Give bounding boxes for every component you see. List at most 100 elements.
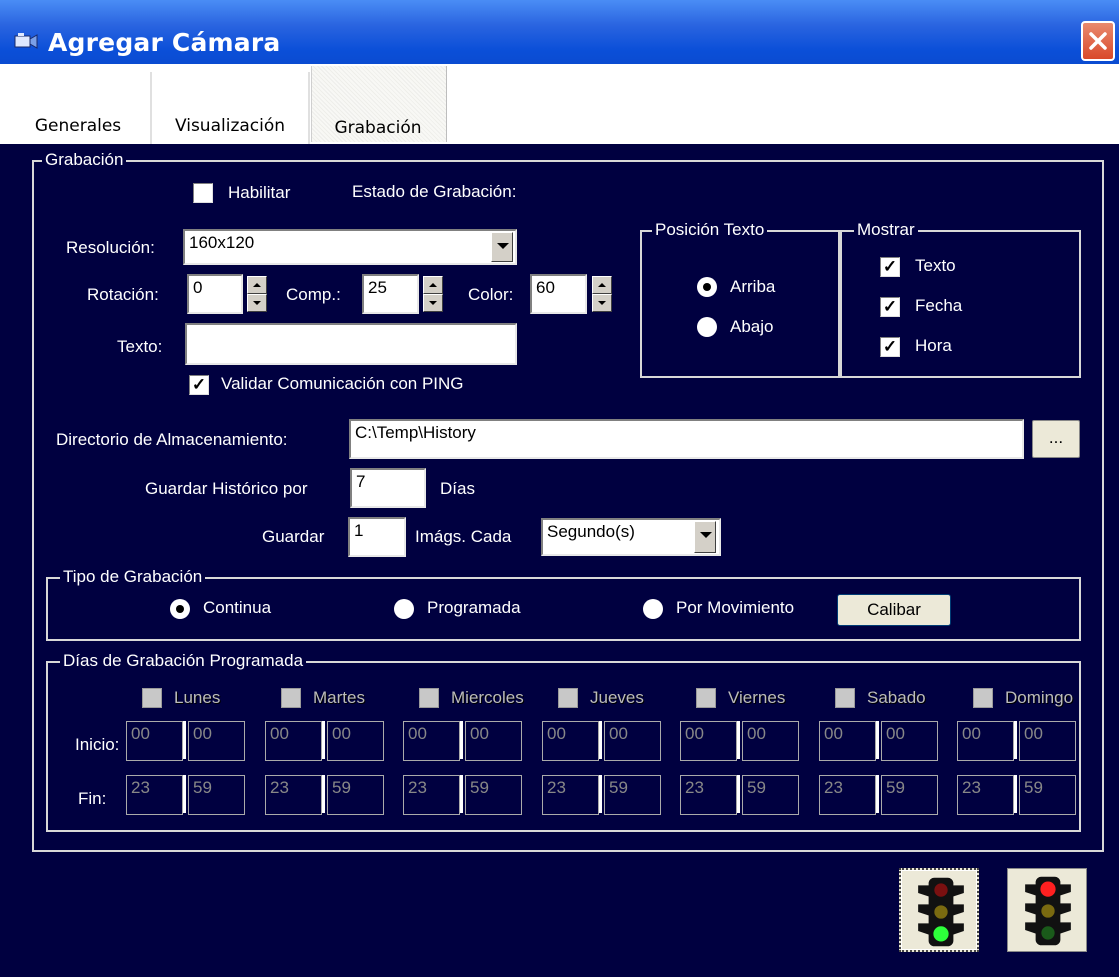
historico-dias-input[interactable]: 7	[350, 468, 426, 508]
time-separator	[460, 775, 463, 813]
abajo-label: Abajo	[730, 317, 774, 336]
inicio-time-input[interactable]: 00	[604, 721, 661, 761]
guardar-label: Guardar	[262, 527, 325, 546]
color-spinner[interactable]	[592, 276, 612, 312]
mostrar-fecha-checkbox[interactable]: ✓	[880, 297, 900, 317]
time-separator	[876, 721, 879, 759]
validar-ping-checkbox[interactable]: ✓	[189, 375, 209, 395]
texto-input[interactable]	[185, 323, 517, 365]
por-movimiento-radio[interactable]	[643, 599, 663, 619]
fin-time-input[interactable]: 59	[742, 775, 799, 815]
fin-time-input[interactable]: 59	[1019, 775, 1076, 815]
time-value: 23	[408, 778, 427, 797]
fin-time-input[interactable]: 23	[403, 775, 460, 815]
comp-input[interactable]: 25	[362, 274, 419, 314]
day-label: Martes	[313, 688, 365, 707]
time-value: 59	[193, 778, 212, 797]
spin-down-icon[interactable]	[423, 294, 443, 312]
spin-down-icon[interactable]	[592, 294, 612, 312]
rotacion-input[interactable]: 0	[187, 274, 243, 314]
abajo-radio[interactable]	[697, 317, 717, 337]
time-value: 00	[193, 724, 212, 743]
day-checkbox[interactable]	[558, 688, 578, 708]
inicio-time-input[interactable]: 00	[126, 721, 183, 761]
day-checkbox[interactable]	[281, 688, 301, 708]
color-input[interactable]: 60	[530, 274, 587, 314]
guardar-imagenes-input[interactable]: 1	[348, 517, 406, 557]
fin-time-input[interactable]: 59	[604, 775, 661, 815]
tab-separator	[308, 72, 310, 144]
inicio-time-input[interactable]: 00	[957, 721, 1014, 761]
day-checkbox[interactable]	[696, 688, 716, 708]
fin-time-input[interactable]: 23	[265, 775, 322, 815]
window-title: Agregar Cámara	[48, 28, 281, 57]
inicio-time-input[interactable]: 00	[188, 721, 245, 761]
inicio-time-input[interactable]: 00	[742, 721, 799, 761]
inicio-time-input[interactable]: 00	[680, 721, 737, 761]
tab-visualizacion[interactable]: Visualización	[160, 72, 300, 142]
cancel-button[interactable]	[1007, 868, 1087, 952]
directorio-input[interactable]: C:\Temp\History	[349, 419, 1024, 459]
time-value: 23	[824, 778, 843, 797]
programada-radio[interactable]	[394, 599, 414, 619]
rotacion-spinner[interactable]	[247, 276, 267, 312]
close-button[interactable]	[1081, 21, 1115, 61]
mostrar-texto-checkbox[interactable]: ✓	[880, 257, 900, 277]
resolucion-select[interactable]: 160x120	[183, 229, 517, 265]
time-value: 00	[270, 724, 289, 743]
inicio-time-input[interactable]: 00	[265, 721, 322, 761]
tab-label: Visualización	[174, 116, 286, 136]
calibrar-button[interactable]: Calibar	[837, 594, 951, 626]
tab-grabacion[interactable]: Grabación	[311, 72, 445, 142]
tab-label: Generales	[34, 116, 122, 136]
fin-time-input[interactable]: 59	[327, 775, 384, 815]
arriba-label: Arriba	[730, 277, 776, 296]
mostrar-hora-checkbox[interactable]: ✓	[880, 337, 900, 357]
spin-up-icon[interactable]	[423, 276, 443, 294]
spin-up-icon[interactable]	[592, 276, 612, 294]
tab-generales[interactable]: Generales	[22, 72, 134, 142]
inicio-time-input[interactable]: 00	[465, 721, 522, 761]
day-label: Miercoles	[451, 688, 524, 707]
time-value: 59	[470, 778, 489, 797]
fin-time-input[interactable]: 59	[465, 775, 522, 815]
fin-time-input[interactable]: 23	[819, 775, 876, 815]
tab-separator	[150, 72, 152, 144]
spin-down-icon[interactable]	[247, 294, 267, 312]
fin-time-input[interactable]: 59	[881, 775, 938, 815]
day-checkbox[interactable]	[973, 688, 993, 708]
spin-up-icon[interactable]	[247, 276, 267, 294]
guardar-historico-label: Guardar Histórico por	[145, 479, 308, 498]
fin-label: Fin:	[78, 789, 107, 808]
imags-cada-label: Imágs. Cada	[415, 527, 512, 546]
fin-time-input[interactable]: 23	[957, 775, 1014, 815]
habilitar-checkbox[interactable]	[193, 183, 213, 203]
arriba-radio[interactable]	[697, 277, 717, 297]
comp-spinner[interactable]	[423, 276, 443, 312]
accept-button[interactable]	[899, 868, 979, 952]
day-checkbox[interactable]	[419, 688, 439, 708]
fin-time-input[interactable]: 59	[188, 775, 245, 815]
continua-radio[interactable]	[170, 599, 190, 619]
unidad-tiempo-value: Segundo(s)	[547, 522, 635, 541]
day-checkbox[interactable]	[835, 688, 855, 708]
inicio-time-input[interactable]: 00	[542, 721, 599, 761]
inicio-time-input[interactable]: 00	[1019, 721, 1076, 761]
rotacion-value: 0	[193, 278, 203, 297]
browse-button[interactable]: ...	[1032, 420, 1080, 458]
resolucion-dropdown-button[interactable]	[491, 232, 513, 262]
unidad-tiempo-dropdown-button[interactable]	[694, 521, 716, 553]
inicio-time-input[interactable]: 00	[881, 721, 938, 761]
fin-time-input[interactable]: 23	[126, 775, 183, 815]
inicio-time-input[interactable]: 00	[819, 721, 876, 761]
fin-time-input[interactable]: 23	[680, 775, 737, 815]
tab-label: Grabación	[334, 118, 422, 138]
fin-time-input[interactable]: 23	[542, 775, 599, 815]
time-value: 00	[685, 724, 704, 743]
traffic-light-red-icon	[1025, 876, 1071, 946]
day-checkbox[interactable]	[142, 688, 162, 708]
time-separator	[1014, 775, 1017, 813]
inicio-time-input[interactable]: 00	[403, 721, 460, 761]
inicio-time-input[interactable]: 00	[327, 721, 384, 761]
day-label: Domingo	[1005, 688, 1074, 707]
